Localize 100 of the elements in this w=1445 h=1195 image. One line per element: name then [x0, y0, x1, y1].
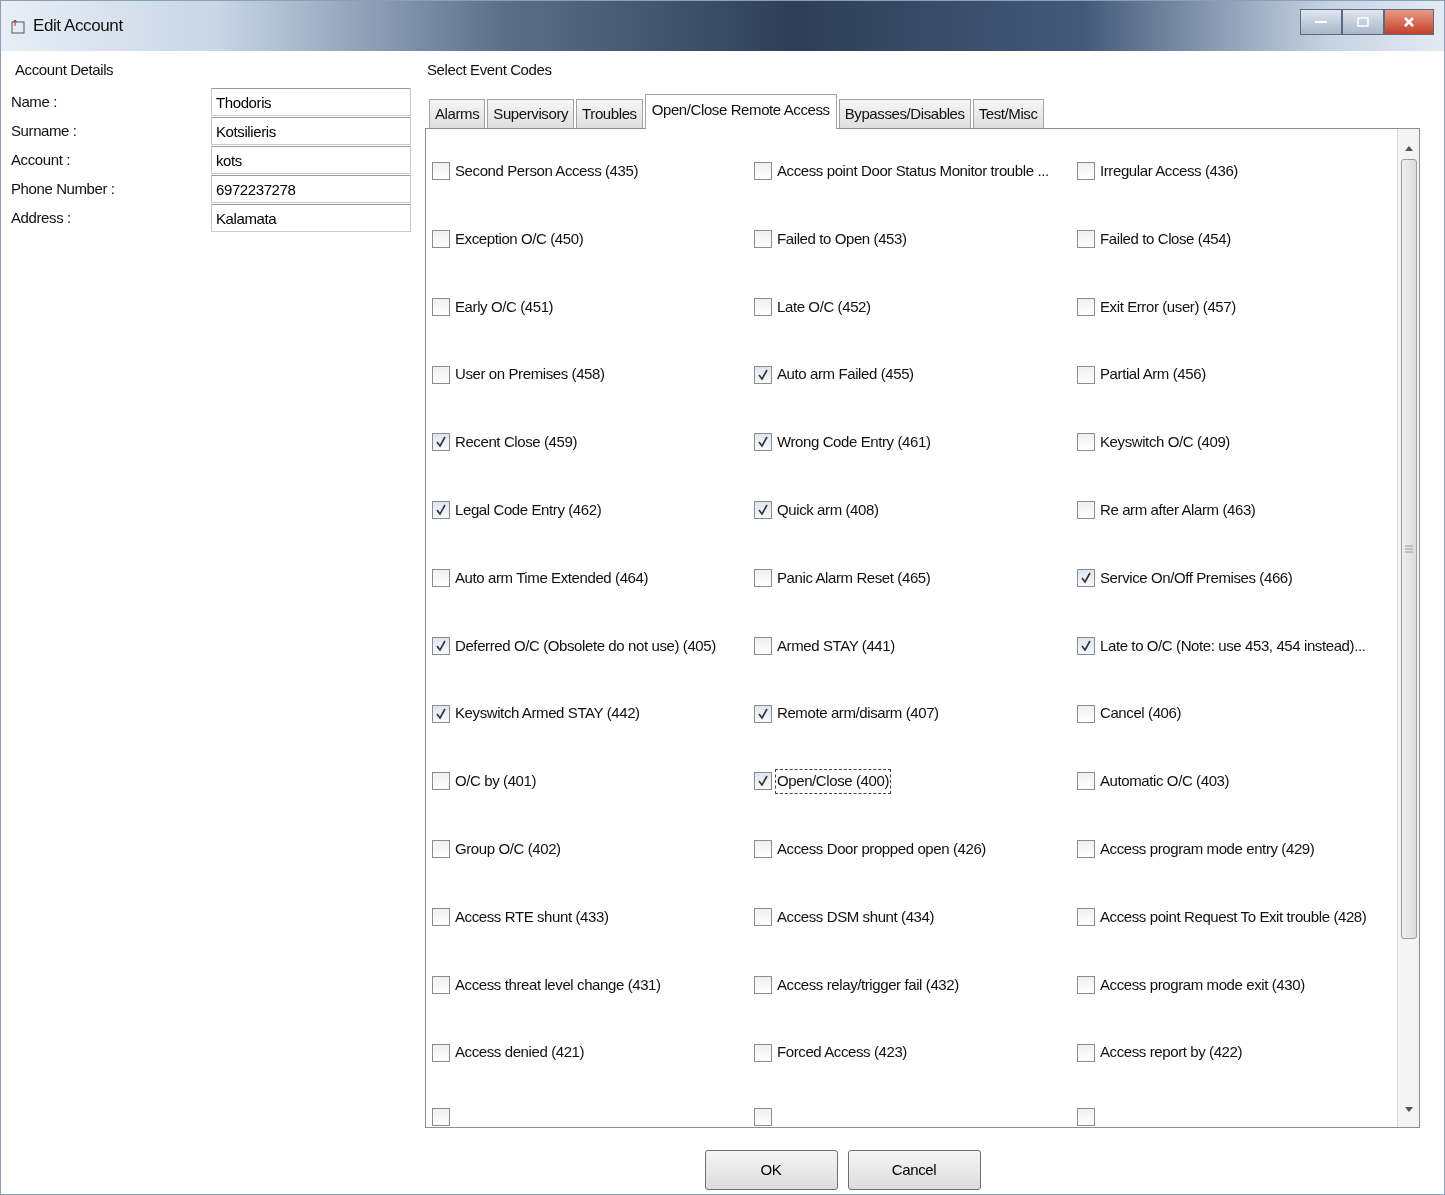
checkbox[interactable] — [432, 704, 450, 723]
checkbox[interactable] — [754, 704, 772, 723]
checkbox-label[interactable]: Auto arm Time Extended (464) — [453, 565, 651, 591]
checkbox[interactable] — [1077, 1043, 1095, 1062]
checkbox[interactable] — [432, 636, 450, 655]
scroll-down-icon[interactable] — [1404, 1107, 1413, 1113]
checkbox-label[interactable]: Auto arm Failed (455) — [775, 362, 916, 387]
checkbox[interactable] — [1077, 433, 1095, 452]
checkbox-label[interactable]: Access Door propped open (426) — [775, 836, 988, 862]
checkbox-label[interactable]: Remote arm/disarm (407) — [775, 701, 941, 726]
checkbox-label[interactable]: Partial Arm (456) — [1098, 362, 1208, 387]
checkbox-label[interactable]: Armed STAY (441) — [775, 633, 897, 659]
checkbox-label[interactable]: Access point Request To Exit trouble (428) — [1098, 904, 1369, 930]
checkbox-label[interactable]: Panic Alarm Reset (465) — [775, 565, 933, 591]
checkbox-label[interactable]: Quick arm (408) — [775, 498, 881, 523]
checkbox[interactable] — [1077, 704, 1095, 723]
checkbox-label[interactable]: User on Premises (458) — [453, 362, 607, 387]
checkbox[interactable] — [754, 636, 772, 655]
checkbox[interactable] — [754, 569, 772, 588]
checkbox[interactable] — [754, 230, 772, 249]
scroll-thumb[interactable] — [1400, 159, 1417, 939]
checkbox[interactable] — [754, 297, 772, 316]
checkbox-label[interactable]: Automatic O/C (403) — [1098, 769, 1232, 794]
checkbox[interactable] — [754, 501, 772, 520]
checkbox-label[interactable]: Keyswitch Armed STAY (442) — [453, 701, 642, 726]
maximize-button[interactable] — [1342, 9, 1384, 35]
input-field[interactable]: kots — [211, 146, 411, 174]
tab[interactable]: Supervisory — [487, 98, 575, 128]
checkbox[interactable] — [432, 433, 450, 452]
checkbox[interactable] — [754, 433, 772, 452]
checkbox[interactable] — [754, 908, 772, 926]
dialog-button[interactable]: Cancel — [847, 1150, 981, 1190]
checkbox[interactable] — [432, 1108, 450, 1127]
checkbox-label[interactable]: Access program mode exit (430) — [1098, 972, 1307, 998]
checkbox[interactable] — [432, 297, 450, 316]
checkbox-label[interactable]: Access relay/trigger fail (432) — [775, 972, 961, 998]
checkbox[interactable] — [1077, 908, 1095, 926]
checkbox-label[interactable]: Access DSM shunt (434) — [775, 904, 937, 930]
checkbox[interactable] — [754, 772, 772, 791]
checkbox[interactable] — [1077, 1108, 1095, 1127]
checkbox[interactable] — [754, 365, 772, 384]
checkbox[interactable] — [432, 569, 450, 588]
checkbox-label[interactable]: O/C by (401) — [453, 769, 539, 794]
input-field[interactable]: Thodoris — [211, 88, 411, 116]
checkbox-label[interactable]: Legal Code Entry (462) — [453, 498, 604, 523]
checkbox[interactable] — [1077, 365, 1095, 384]
input-field[interactable]: 6972237278 — [211, 175, 411, 203]
checkbox-label[interactable]: Late O/C (452) — [775, 294, 873, 320]
checkbox-label[interactable]: Exit Error (user) (457) — [1098, 294, 1238, 320]
checkbox-label[interactable]: Recent Close (459) — [453, 430, 580, 455]
minimize-button[interactable] — [1300, 9, 1342, 35]
checkbox[interactable] — [1077, 297, 1095, 316]
checkbox-label[interactable]: Early O/C (451) — [453, 294, 556, 320]
checkbox-label[interactable]: Open/Close (400) — [775, 769, 891, 794]
checkbox[interactable] — [432, 162, 450, 181]
checkbox[interactable] — [754, 975, 772, 994]
checkbox-label[interactable]: Cancel (406) — [1098, 701, 1184, 726]
scrollbar[interactable] — [1397, 129, 1419, 1127]
tab[interactable]: Test/Misc — [972, 98, 1044, 128]
checkbox[interactable] — [432, 908, 450, 926]
input-field[interactable]: Kalamata — [211, 204, 411, 232]
checkbox-label[interactable]: Forced Access (423) — [775, 1040, 909, 1065]
tab[interactable]: Open/Close Remote Access — [644, 93, 837, 129]
scroll-up-icon[interactable] — [1404, 145, 1413, 151]
checkbox[interactable] — [432, 1043, 450, 1062]
checkbox[interactable] — [1077, 569, 1095, 588]
checkbox-label[interactable]: Deferred O/C (Obsolete do not use) (405) — [453, 633, 718, 659]
close-button[interactable] — [1384, 9, 1434, 35]
checkbox-label[interactable]: Access point Door Status Monitor trouble ... — [775, 159, 1051, 184]
input-field[interactable]: Kotsilieris — [211, 117, 411, 145]
checkbox-label[interactable]: Second Person Access (435) — [453, 159, 641, 184]
checkbox-label[interactable]: Exception O/C (450) — [453, 226, 586, 252]
checkbox[interactable] — [1077, 840, 1095, 859]
checkbox[interactable] — [754, 1043, 772, 1062]
checkbox-label[interactable]: Group O/C (402) — [453, 836, 563, 862]
checkbox[interactable] — [1077, 772, 1095, 791]
checkbox[interactable] — [432, 975, 450, 994]
checkbox[interactable] — [754, 1108, 772, 1127]
checkbox[interactable] — [1077, 501, 1095, 520]
checkbox[interactable] — [432, 501, 450, 520]
checkbox[interactable] — [1077, 636, 1095, 655]
checkbox-label[interactable]: Access report by (422) — [1098, 1040, 1245, 1065]
checkbox-label[interactable]: Wrong Code Entry (461) — [775, 430, 933, 455]
checkbox-label[interactable]: Failed to Close (454) — [1098, 226, 1233, 252]
checkbox-label[interactable]: Failed to Open (453) — [775, 226, 909, 252]
tab[interactable]: Alarms — [429, 98, 486, 128]
tab[interactable]: Bypasses/Disables — [838, 98, 971, 128]
checkbox-label[interactable]: Irregular Access (436) — [1098, 159, 1240, 184]
checkbox[interactable] — [432, 365, 450, 384]
checkbox[interactable] — [1077, 162, 1095, 181]
checkbox[interactable] — [432, 840, 450, 859]
checkbox[interactable] — [1077, 230, 1095, 249]
checkbox[interactable] — [432, 772, 450, 791]
dialog-button[interactable]: OK — [704, 1150, 838, 1190]
checkbox-label[interactable]: Access RTE shunt (433) — [453, 904, 611, 930]
checkbox-label[interactable]: Access denied (421) — [453, 1040, 587, 1065]
checkbox[interactable] — [432, 230, 450, 249]
checkbox-label[interactable]: Access threat level change (431) — [453, 972, 663, 998]
checkbox-label[interactable]: Late to O/C (Note: use 453, 454 instead)... — [1098, 633, 1368, 659]
tab[interactable]: Troubles — [576, 98, 643, 128]
